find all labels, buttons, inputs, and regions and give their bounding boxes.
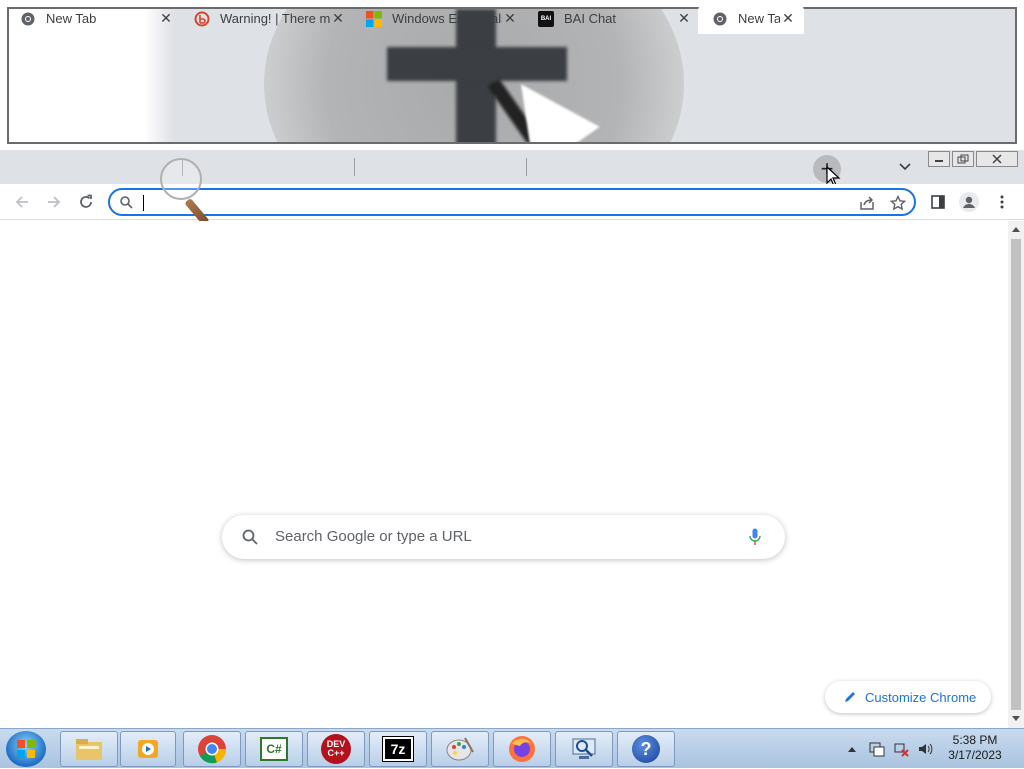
close-window-button[interactable] [976,151,1018,167]
taskbar-clock[interactable]: 5:38 PM 3/17/2023 [940,733,1010,763]
microsoft-logo-icon [366,10,382,27]
tab-bai-chat[interactable]: BAI BAI Chat ✕ [524,3,700,34]
tab-close-icon[interactable]: ✕ [330,10,346,27]
taskbar-csharp[interactable]: C# [245,731,303,767]
reload-button[interactable] [75,191,97,213]
tab-separator [526,158,527,176]
taskbar-chrome[interactable] [183,731,241,767]
paint-palette-icon [446,737,474,761]
tab-title: BAI Chat [564,11,617,26]
browser-toolbar [0,184,1024,220]
tab-close-icon[interactable]: ✕ [676,10,692,27]
media-player-icon [138,740,158,758]
share-icon[interactable] [859,195,875,211]
taskbar-7zip[interactable]: 7z [369,731,427,767]
chrome-icon [198,735,227,764]
side-panel-icon [931,195,945,209]
scroll-up-arrow-icon[interactable] [1012,226,1020,232]
reload-icon [80,194,92,208]
volume-icon[interactable] [917,741,933,757]
magnifier-lens-icon [160,158,202,200]
forward-button[interactable] [43,191,65,213]
tab-windows-essentials[interactable]: Windows Essentials ✕ [352,3,526,34]
chrome-icon [712,11,728,27]
chrome-icon [20,11,36,27]
tab-title: New Tab [46,11,97,26]
windows-logo-icon [17,740,35,758]
tab-separator [354,158,355,176]
tab-new-tab-active[interactable]: New Ta ✕ [698,3,804,34]
start-button[interactable] [6,731,46,767]
restore-icon [957,154,969,164]
taskbar-network-tool[interactable] [555,731,613,767]
warning-site-icon [194,11,210,27]
pencil-icon [845,692,855,702]
tab-close-icon[interactable]: ✕ [502,10,518,27]
tab-close-icon[interactable]: ✕ [780,10,796,27]
taskbar-help[interactable]: ? [617,731,675,767]
windows-taskbar: C# DEV C++ 7z ? 5:38 PM 3/17/2023 [0,728,1024,768]
close-icon [992,154,1002,164]
network-disconnected-icon[interactable] [893,741,909,757]
minimize-icon [935,160,943,162]
address-input[interactable] [142,194,842,212]
customize-label: Customize Chrome [865,689,977,705]
avatar-icon [959,192,979,212]
dev-cpp-icon: DEV C++ [321,734,351,764]
clock-date: 3/17/2023 [948,748,1002,762]
tray-expand-icon[interactable] [847,745,857,753]
taskbar-paint[interactable] [431,731,489,767]
scrollbar-thumb[interactable] [1011,239,1021,710]
customize-chrome-button[interactable]: Customize Chrome [825,681,991,713]
network-monitor-icon [572,738,596,759]
folder-icon [76,739,102,760]
tab-title: Windows Essentials [392,11,502,26]
tab-search-chevron-down-icon[interactable] [894,156,916,178]
tab-title: New Ta [738,11,780,26]
back-button[interactable] [11,191,33,213]
search-placeholder: Search Google or type a URL [275,528,472,545]
tab-strip [0,150,1024,184]
tab-warning[interactable]: Warning! | There mi ✕ [180,3,354,34]
taskbar-firefox[interactable] [493,731,551,767]
forward-arrow-icon [48,196,61,208]
new-tab-page: Search Google or type a URL Customize Ch… [0,221,1006,728]
action-center-icon[interactable] [869,741,885,757]
google-search-box[interactable]: Search Google or type a URL [222,515,785,559]
bookmark-star-icon[interactable] [890,195,906,211]
search-icon [120,196,133,209]
kebab-menu-icon [1000,195,1004,209]
back-arrow-icon [15,196,28,208]
microphone-icon[interactable] [749,528,761,546]
help-icon: ? [632,735,660,763]
menu-button[interactable] [991,191,1013,213]
side-panel-button[interactable] [927,191,949,213]
scroll-down-arrow-icon[interactable] [1012,716,1020,722]
tab-new-tab-1[interactable]: New Tab ✕ [6,3,182,34]
7zip-icon: 7z [382,736,414,762]
taskbar-explorer[interactable] [60,731,118,767]
minimize-button[interactable] [928,151,950,167]
tab-title: Warning! | There mi [220,11,330,26]
address-bar[interactable] [108,188,916,216]
page-scrollbar[interactable] [1008,221,1024,728]
bai-icon: BAI [538,10,554,27]
taskbar-dev-cpp[interactable]: DEV C++ [307,731,365,767]
search-icon [242,529,258,545]
tab-close-icon[interactable]: ✕ [158,10,174,27]
text-caret [143,195,144,211]
taskbar-media-player[interactable] [120,731,176,767]
clock-time: 5:38 PM [952,733,998,747]
profile-button[interactable] [958,191,980,213]
firefox-icon [509,736,535,762]
restore-button[interactable] [952,151,974,167]
csharp-icon: C# [260,737,288,761]
